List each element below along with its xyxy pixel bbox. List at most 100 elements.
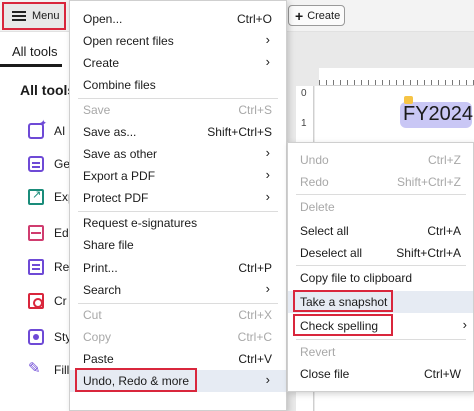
menu-item-label: Combine files: [83, 78, 156, 92]
tool-label: Cr: [54, 294, 67, 308]
submenu-item-copy-to-clipboard[interactable]: Copy file to clipboard: [288, 267, 473, 289]
tool-label: Re: [54, 260, 70, 274]
menu-item-label: Paste: [83, 352, 114, 366]
menu-item-label: Select all: [300, 224, 349, 238]
submenu-item-deselect-all[interactable]: Deselect all Shift+Ctrl+A: [288, 242, 473, 264]
menu-item-copy[interactable]: Copy Ctrl+C: [70, 326, 286, 348]
submenu-item-close-file[interactable]: Close file Ctrl+W: [288, 363, 473, 385]
menu-item-open-recent[interactable]: Open recent files ›: [70, 30, 286, 52]
menu-button[interactable]: Menu: [2, 2, 66, 30]
menu-item-save[interactable]: Save Ctrl+S: [70, 99, 286, 121]
menu-item-label: Deselect all: [300, 246, 363, 260]
create-button-label: Create: [307, 9, 341, 22]
menu-button-label: Menu: [32, 10, 60, 22]
tool-item-fill[interactable]: Fill: [28, 359, 69, 378]
tool-item-request[interactable]: Re: [28, 259, 69, 275]
menu-item-label: Save: [83, 103, 111, 117]
menu-item-shortcut: Ctrl+Z: [428, 153, 461, 167]
menu-item-shortcut: Shift+Ctrl+A: [396, 246, 461, 260]
menu-item-paste[interactable]: Paste Ctrl+V: [70, 348, 286, 370]
export-pdf-icon: [28, 188, 44, 205]
menu-item-shortcut: Ctrl+P: [238, 261, 272, 275]
menu-item-label: Search: [83, 283, 122, 297]
menu-item-open[interactable]: Open... Ctrl+O: [70, 8, 286, 30]
menu-item-label: Delete: [300, 200, 335, 214]
menu-item-shortcut: Ctrl+X: [238, 308, 272, 322]
menu-item-shortcut: Ctrl+A: [427, 224, 461, 238]
menu-item-label: Revert: [300, 345, 336, 359]
menu-item-label: Redo: [300, 175, 329, 189]
menu-item-shortcut: Ctrl+C: [237, 330, 272, 344]
menu-item-save-as[interactable]: Save as... Shift+Ctrl+S: [70, 121, 286, 143]
tool-item-style[interactable]: Sty: [28, 329, 71, 345]
tool-item-create[interactable]: Cr: [28, 293, 67, 309]
menu-item-shortcut: Ctrl+V: [238, 352, 272, 366]
plus-icon: +: [295, 7, 304, 24]
menu-item-label: Copy: [83, 330, 112, 344]
menu-item-shortcut: Ctrl+S: [238, 103, 272, 117]
submenu-item-revert[interactable]: Revert: [288, 341, 473, 363]
menu-item-label: Open recent files: [83, 34, 174, 48]
text-box-fy2024[interactable]: FY2024: [400, 102, 473, 128]
create-pdf-icon: [28, 293, 44, 309]
menu-item-request-esign[interactable]: Request e-signatures: [70, 212, 286, 234]
chevron-right-icon: ›: [265, 189, 270, 204]
submenu-item-redo[interactable]: Redo Shift+Ctrl+Z: [288, 171, 473, 193]
menu-item-export-pdf[interactable]: Export a PDF ›: [70, 165, 286, 187]
tool-label: Ed: [54, 226, 69, 240]
chevron-right-icon: ›: [265, 145, 270, 160]
menu-item-combine[interactable]: Combine files: [70, 74, 286, 96]
highlight-take-snapshot: [293, 290, 393, 312]
submenu-item-select-all[interactable]: Select all Ctrl+A: [288, 220, 473, 242]
menu-item-label: Create: [83, 56, 120, 70]
tool-item-generate[interactable]: Ge: [28, 156, 70, 172]
submenu-item-delete[interactable]: Delete: [288, 196, 473, 218]
menu-item-label: Cut: [83, 308, 102, 322]
menu-separator: [296, 194, 466, 195]
tool-item-edit[interactable]: Ed: [28, 225, 69, 241]
menu-item-label: Close file: [300, 367, 350, 381]
tool-label: Ge: [54, 157, 71, 171]
chevron-right-icon: ›: [462, 317, 467, 332]
menu-item-search[interactable]: Search ›: [70, 279, 286, 301]
acrobat-window: Menu + Create All tools All tools AI Ge …: [0, 0, 474, 411]
highlight-check-spelling: [293, 314, 393, 336]
chevron-right-icon: ›: [265, 32, 270, 47]
ai-assistant-icon: [28, 118, 47, 139]
chevron-right-icon: ›: [265, 281, 270, 296]
tab-active-indicator: [0, 64, 62, 67]
menu-item-label: Print...: [83, 261, 118, 275]
tool-label: AI: [54, 124, 66, 138]
menu-item-label: Save as...: [83, 125, 137, 139]
menu-item-save-as-other[interactable]: Save as other ›: [70, 143, 286, 165]
menu-item-shortcut: Ctrl+O: [236, 12, 272, 26]
panel-title: All tools: [20, 82, 76, 98]
main-menu: Open... Ctrl+O Open recent files › Creat…: [69, 0, 287, 411]
submenu-item-undo[interactable]: Undo Ctrl+Z: [288, 149, 473, 171]
generate-icon: [28, 156, 44, 172]
menu-item-label: Protect PDF: [83, 191, 149, 205]
tool-item-ai[interactable]: AI: [28, 118, 66, 139]
highlight-undo-redo-more: [75, 368, 197, 392]
menu-item-protect-pdf[interactable]: Protect PDF ›: [70, 187, 286, 209]
menu-item-shortcut: Shift+Ctrl+S: [207, 125, 272, 139]
ruler-mark: 1: [301, 118, 307, 129]
horizontal-ruler: [319, 68, 474, 86]
chevron-right-icon: ›: [265, 167, 270, 182]
create-button[interactable]: + Create: [288, 5, 345, 26]
menu-item-label: Undo: [300, 153, 329, 167]
fill-sign-icon: [28, 359, 44, 378]
comment-note-icon[interactable]: [404, 96, 413, 104]
tool-item-export[interactable]: Exp: [28, 188, 75, 205]
menu-item-label: Open...: [83, 12, 123, 26]
style-icon: [28, 329, 44, 345]
menu-separator: [296, 265, 466, 266]
menu-item-print[interactable]: Print... Ctrl+P: [70, 257, 286, 279]
menu-item-create[interactable]: Create ›: [70, 52, 286, 74]
request-signature-icon: [28, 259, 44, 275]
menu-item-cut[interactable]: Cut Ctrl+X: [70, 304, 286, 326]
undo-redo-submenu: Undo Ctrl+Z Redo Shift+Ctrl+Z Delete Sel…: [287, 142, 474, 392]
menu-item-share[interactable]: Share file: [70, 234, 286, 256]
tab-all-tools[interactable]: All tools: [0, 34, 69, 68]
chevron-right-icon: ›: [265, 372, 270, 387]
